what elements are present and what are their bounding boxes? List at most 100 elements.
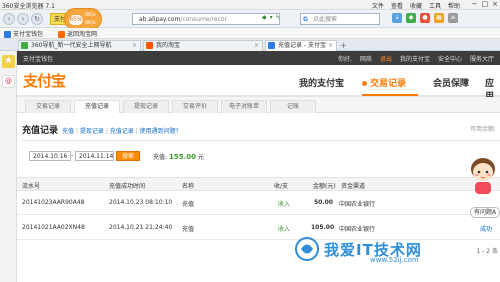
row-serial: 20141021AA02XN48	[22, 224, 85, 231]
maximize-button[interactable]: □	[482, 0, 489, 8]
search-engine-icon[interactable]: G	[303, 14, 308, 25]
row-serial: 20141023AAR90A48	[22, 199, 85, 206]
browser-title: 360安全浏览器 7.1	[2, 3, 55, 10]
back-icon[interactable]: ‹	[3, 13, 15, 25]
menu-help[interactable]: 帮助	[448, 1, 460, 10]
tab-360-nav[interactable]: 360导航_新一代安全上网导航 ×	[18, 40, 141, 51]
360-icon	[21, 42, 28, 49]
total-unit: 元	[197, 154, 204, 161]
table-row: 20141021AA02XN48 2014.10.21 21:24:40 充值 …	[17, 216, 500, 240]
start-date-input[interactable]: 2014.10.16	[29, 151, 71, 161]
game-icon[interactable]: ●	[420, 13, 430, 23]
toolbar-icons: ↓ ◆ ● ▦ ≡	[392, 13, 458, 23]
taobao-icon	[146, 42, 153, 49]
alipay-icon	[268, 42, 275, 49]
username-link[interactable]: 网商	[360, 54, 372, 63]
tab-strip: 360导航_新一代安全上网导航 × 我的淘宝 × 充值记录 - 支付宝 × +	[0, 39, 500, 51]
network-speed-widget[interactable]: 65% 0K/s 0K/s	[64, 8, 102, 30]
weibo-icon[interactable]: @	[2, 75, 15, 88]
help-mascot-icon[interactable]	[466, 155, 500, 197]
security-center-link[interactable]: 安全中心	[438, 54, 462, 63]
nav-label: 交易记录	[370, 79, 407, 89]
nav-member-protection[interactable]: 会员保障	[433, 76, 469, 89]
logo-text: 支付宝	[23, 72, 66, 90]
secure-shield-icon[interactable]: ◆	[262, 14, 267, 21]
subtab-withdrawals[interactable]: 提现记录	[123, 100, 169, 113]
my-alipay-link[interactable]: 我的支付宝	[400, 54, 430, 63]
subtab-bookkeeping[interactable]: 记账	[270, 100, 316, 113]
row-channel: 中国农业银行	[339, 226, 376, 233]
col-serial: 流水号	[22, 183, 41, 190]
lightning-icon[interactable]: ϟ	[276, 14, 280, 21]
menu-tools[interactable]: 工具	[429, 1, 441, 10]
alipay-wallet-link[interactable]: 支付宝钱包	[23, 54, 53, 63]
row-io: 收入	[278, 201, 291, 208]
tab-close-icon[interactable]: ×	[328, 41, 333, 51]
window-controls: − □ ×	[472, 0, 498, 8]
help-link[interactable]: 使用遇到问题?	[140, 128, 179, 135]
apps-icon[interactable]: ▦	[434, 13, 444, 23]
menu-favorites[interactable]: 收藏	[410, 1, 422, 10]
download-icon[interactable]: ↓	[392, 13, 402, 23]
tab-recharge-record[interactable]: 充值记录 - 支付宝 ×	[265, 40, 337, 51]
active-dot-icon	[362, 81, 367, 86]
nav-transaction-records[interactable]: 交易记录	[362, 76, 406, 89]
row-io: 收入	[278, 226, 291, 233]
help-bubble[interactable]: 有问题A	[470, 207, 500, 218]
divider	[22, 140, 500, 141]
close-window-button[interactable]: ×	[492, 0, 498, 8]
tab-close-icon[interactable]: ×	[132, 41, 137, 51]
new-tab-icon[interactable]: +	[340, 41, 347, 50]
favorite-alipay-wallet[interactable]: 支付宝钱包	[4, 29, 43, 38]
upload-speed: 0K/s	[85, 12, 96, 18]
table-row: 20141023AAR90A48 2014.10.23 08:10:10 充值 …	[17, 191, 500, 215]
subtab-transactions[interactable]: 交易记录	[25, 100, 71, 113]
browser-sidebar: ★ @	[0, 51, 17, 282]
nav-my-alipay[interactable]: 我的支付宝	[299, 76, 344, 89]
favorites-star-icon[interactable]: ★	[2, 55, 15, 68]
service-hall-link[interactable]: 服务大厅	[470, 54, 494, 63]
tab-label: 我的淘宝	[156, 42, 181, 49]
url-bar[interactable]: ab.alipay.com/consume/recor	[132, 13, 280, 25]
tab-my-taobao[interactable]: 我的淘宝 ×	[143, 40, 263, 51]
site-top-bar: 支付宝钱包 你好, 网商 退出 我的支付宝 安全中心 服务大厅	[17, 51, 500, 65]
row-time: 2014.10.21 21:24:40	[109, 224, 173, 231]
logout-link[interactable]: 退出	[380, 54, 392, 63]
favorite-label: 支付宝钱包	[13, 31, 44, 38]
taobao-icon	[58, 31, 65, 38]
watermark-url: www.52ij.com	[370, 256, 419, 264]
search-button[interactable]: 搜索	[116, 151, 140, 161]
download-speed: 0K/s	[85, 20, 96, 26]
watermark-logo-icon	[295, 237, 319, 261]
recharge-record-link[interactable]: 充值记录	[110, 128, 134, 135]
refresh-icon[interactable]: ↻	[31, 13, 43, 25]
main-navigation: 支付宝 我的支付宝 交易记录 会员保障 应用	[17, 65, 500, 102]
pagination: 1 - 2 条	[476, 248, 498, 255]
minimize-button[interactable]: −	[472, 0, 478, 8]
col-name: 名称	[182, 183, 195, 190]
speed-percent: 65%	[69, 15, 83, 25]
greeting: 你好,	[338, 56, 352, 63]
shield-icon[interactable]: ◆	[406, 13, 416, 23]
alipay-logo[interactable]: 支付宝	[23, 70, 71, 91]
withdraw-record-link[interactable]: 提现记录	[80, 128, 104, 135]
forward-icon[interactable]: ›	[17, 13, 29, 25]
search-input[interactable]: G 点此搜索	[300, 13, 380, 25]
settings-icon[interactable]: ≡	[448, 13, 458, 23]
menu-view[interactable]: 查看	[391, 1, 403, 10]
link-separator: |	[135, 128, 138, 135]
row-detail-link[interactable]: 成功	[480, 224, 492, 233]
url-host: ab.alipay.com	[139, 16, 181, 23]
end-date-input[interactable]: 2014.11.14	[75, 151, 114, 161]
recharge-link[interactable]: 充值	[62, 128, 74, 135]
subtab-reviews[interactable]: 交易评价	[172, 100, 218, 113]
active-nav-underline	[362, 94, 418, 96]
dropdown-icon[interactable]: ▾	[270, 14, 273, 21]
subtab-statement[interactable]: 电子对账单	[221, 100, 267, 113]
tab-close-icon[interactable]: ×	[254, 41, 259, 51]
menu-file[interactable]: 文件	[372, 1, 384, 10]
subtab-recharge[interactable]: 充值记录	[74, 100, 120, 113]
url-path: /consume/recor	[180, 16, 228, 23]
url-bar-icons: ◆ ▾ ϟ	[262, 14, 280, 21]
favorite-taobao[interactable]: 返回淘宝网	[58, 29, 97, 38]
